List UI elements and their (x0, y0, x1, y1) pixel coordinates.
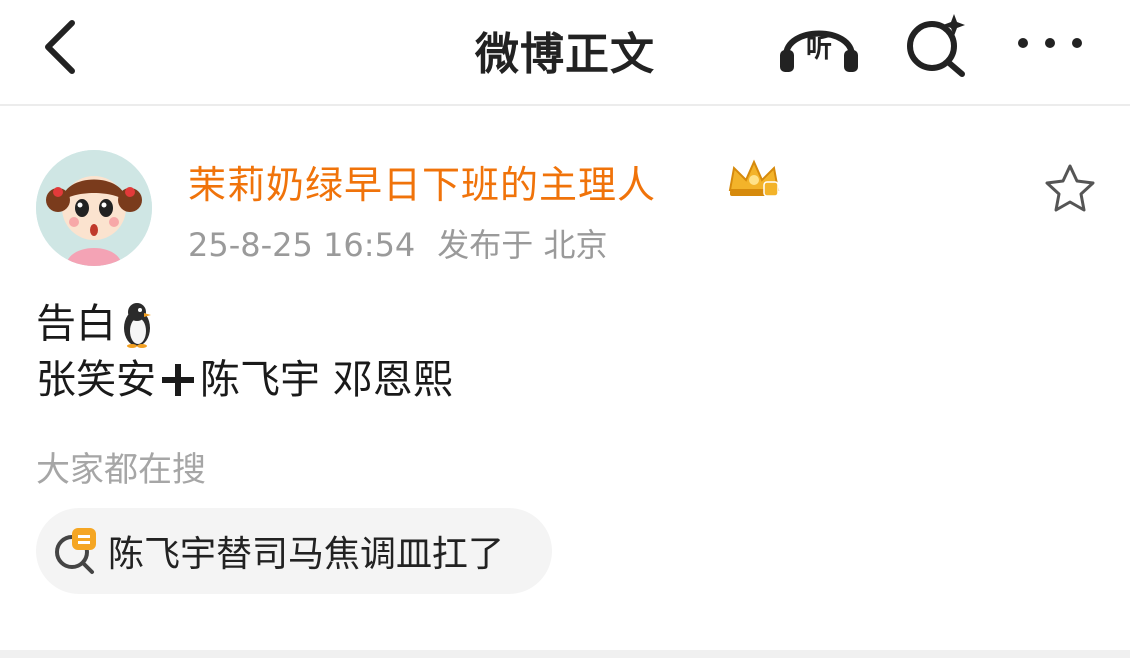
post-line-1: 告白 (36, 296, 453, 352)
author-name[interactable]: 茉莉奶绿早日下班的主理人 (188, 154, 656, 209)
post-text-2b: 陈飞宇 邓恩熙 (200, 357, 453, 403)
avatar[interactable] (36, 150, 152, 266)
post-text-1: 告白 (36, 301, 116, 347)
hot-search-text: 陈飞宇替司马焦调皿扛了 (108, 534, 505, 575)
post-timestamp: 25-8-25 16:54 (188, 226, 416, 264)
listen-label: 听 (805, 34, 832, 64)
hot-search-item[interactable]: 陈飞宇替司马焦调皿扛了 (36, 508, 552, 594)
avatar-cartoon-girl-icon (36, 150, 152, 266)
more-button[interactable] (1012, 18, 1088, 68)
bottom-divider (0, 650, 1130, 658)
hot-search-title: 大家都在搜 (36, 450, 206, 490)
hot-search-icon (55, 528, 96, 574)
post-line-2: 张笑安 陈飞宇 邓恩熙 (36, 352, 453, 408)
crown-vip-icon (724, 156, 784, 200)
more-dots-icon (1018, 38, 1028, 48)
header-divider (0, 104, 1130, 106)
star-outline-icon (1045, 164, 1095, 212)
top-nav-bar: 微博正文 听 (0, 0, 1130, 104)
favorite-button[interactable] (1042, 162, 1098, 214)
search-button[interactable] (900, 10, 972, 80)
search-sparkle-icon (907, 14, 965, 77)
listen-button[interactable]: 听 (776, 12, 862, 78)
post-text-2a: 张笑安 (36, 357, 156, 403)
plus-icon (162, 364, 194, 396)
post-content: 告白 张笑安 陈飞宇 邓恩熙 (36, 296, 453, 408)
penguin-emoji-icon (124, 303, 151, 348)
post-location: 发布于 北京 (437, 226, 608, 264)
post-meta: 25-8-25 16:54 发布于 北京 (188, 220, 629, 266)
